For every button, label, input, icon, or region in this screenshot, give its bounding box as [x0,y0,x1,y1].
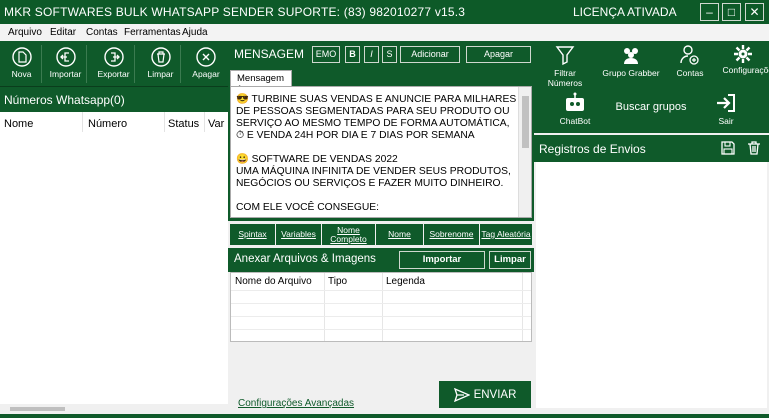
limpar-label: Limpar [147,69,174,79]
importar-label: Importar [49,69,82,79]
trash-icon[interactable] [746,140,762,156]
configuracoes-label: Configurações [722,65,769,75]
title-bar: MKR SOFTWARES BULK WHATSAPP SENDER SUPOR… [0,0,769,24]
exportar-label: Exportar [97,69,130,79]
exportar-button[interactable]: Exportar [93,45,135,83]
numbers-count-title: Números Whatsapp(0) [4,93,125,107]
sign-in-icon [717,94,735,112]
registros-title: Registros de Envios [539,142,646,156]
numbers-header: Números Whatsapp(0) [0,87,228,112]
group-icon [624,48,638,64]
nova-button[interactable]: Nova [2,45,42,83]
col-numero[interactable]: Número [88,118,127,130]
minimize-button[interactable]: – [700,3,719,21]
filtrar-numeros-label: Filtrar Números [547,68,583,88]
maximize-button[interactable]: □ [722,3,741,21]
variables-button[interactable]: Variables [276,224,322,245]
new-file-icon [11,47,32,67]
license-status: LICENÇA ATIVADA [573,5,677,19]
numbers-hscrollbar[interactable] [0,404,228,414]
sobrenome-button[interactable]: Sobrenome [424,224,480,245]
gear-icon [733,45,752,63]
col-legenda[interactable]: Legenda [386,276,425,287]
limpar-button[interactable]: Limpar [141,45,181,83]
menu-bar: Arquivo Editar Contas Ferramentas Ajuda [0,24,769,41]
grupo-grabber-button[interactable]: Grupo Grabber [598,44,664,84]
apagar-button[interactable]: Apagar [186,45,226,83]
filtrar-numeros-button[interactable]: Filtrar Números [536,44,594,88]
message-title: MENSAGEM [234,47,305,61]
importar-attachment-button[interactable]: Importar [399,251,485,269]
apagar-label: Apagar [192,69,220,79]
save-icon[interactable] [720,140,736,156]
menu-contas[interactable]: Contas [86,27,118,38]
contas-button[interactable]: Contas [668,44,712,84]
nome-button[interactable]: Nome [376,224,424,245]
registros-list[interactable] [536,162,767,408]
message-vscrollbar[interactable] [518,87,531,217]
configuracoes-avancadas-link[interactable]: Configurações Avançadas [238,398,354,409]
configuracoes-button[interactable]: Configurações [718,44,769,88]
numbers-table[interactable]: Nome Número Status Var [0,112,228,404]
col-nome-arquivo[interactable]: Nome do Arquivo [235,276,312,287]
tag-aleatoria-button[interactable]: Tag Aleatória [480,224,532,245]
export-icon [103,47,124,67]
menu-arquivo[interactable]: Arquivo [8,27,42,38]
tab-mensagem-1[interactable]: Mensagem 1 [230,70,292,95]
italic-button[interactable]: I [364,46,379,63]
nome-completo-button[interactable]: Nome Completo [322,224,376,245]
menu-ferramentas[interactable]: Ferramentas [124,27,181,38]
menu-ajuda[interactable]: Ajuda [182,27,208,38]
send-icon [453,387,470,402]
contas-label: Contas [676,68,704,78]
attachments-title: Anexar Arquivos & Imagens [234,253,376,265]
buscar-grupos-button[interactable]: Buscar grupos [614,101,688,113]
sair-button[interactable]: Sair [698,92,754,130]
list-toolbar: Nova Importar Exportar Limpar Apagar [0,41,228,87]
emoji-button[interactable]: EMO [312,46,340,63]
filter-icon [555,46,575,66]
enviar-button[interactable]: ENVIAR [439,381,531,408]
message-panel: MENSAGEM EMO B I S Adicionar Apagar Mens… [228,41,534,221]
grupo-grabber-label: Grupo Grabber [602,68,660,78]
bold-button[interactable]: B [345,46,360,63]
message-textarea[interactable]: 😎 TURBINE SUAS VENDAS E ANUNCIE PARA MIL… [230,86,532,218]
chatbot-label: ChatBot [559,116,591,126]
col-status[interactable]: Status [168,118,199,130]
close-button[interactable]: ✕ [745,3,764,21]
importar-button[interactable]: Importar [45,45,87,83]
close-circle-icon [196,47,216,67]
adicionar-button[interactable]: Adicionar [400,46,460,63]
import-icon [55,47,76,67]
strike-button[interactable]: S [382,46,397,63]
spintax-button[interactable]: Spintax [230,224,276,245]
tools-panel: Filtrar Números Grupo Grabber Contas Con… [534,41,769,133]
sair-label: Sair [718,116,734,126]
window-title: MKR SOFTWARES BULK WHATSAPP SENDER SUPOR… [4,5,466,19]
robot-icon [566,92,584,111]
col-nome[interactable]: Nome [4,118,33,130]
col-var[interactable]: Var [208,118,224,130]
trash-icon [150,47,171,67]
registros-header: Registros de Envios [534,135,769,162]
enviar-label: ENVIAR [473,388,517,401]
bottom-bar [0,414,769,418]
col-tipo[interactable]: Tipo [328,276,347,287]
user-add-icon [680,45,699,65]
chatbot-button[interactable]: ChatBot [544,92,606,130]
apagar-message-button[interactable]: Apagar [466,46,531,63]
nova-label: Nova [11,69,32,79]
message-text: 😎 TURBINE SUAS VENDAS E ANUNCIE PARA MIL… [236,94,517,213]
menu-editar[interactable]: Editar [50,27,76,38]
attachments-table[interactable]: Nome do Arquivo Tipo Legenda [230,272,532,342]
variables-bar: Spintax Variables Nome Completo Nome Sob… [228,221,534,248]
limpar-attachment-button[interactable]: Limpar [489,251,531,269]
attachments-header: Anexar Arquivos & Imagens Importar Limpa… [228,248,534,272]
